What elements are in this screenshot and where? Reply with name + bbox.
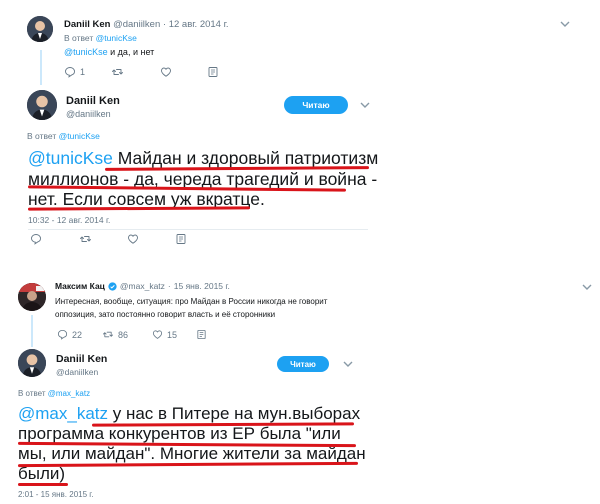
tweet-line-2: оппозиция, зато постоянно говорит власть…	[55, 310, 276, 319]
reply-icon	[57, 329, 68, 340]
reply-context: В ответ @tunicKse	[27, 131, 100, 141]
reply-button[interactable]: 22	[57, 329, 82, 340]
author-name[interactable]: Максим Кац	[55, 281, 105, 291]
reply-label: В ответ	[18, 389, 46, 398]
author-handle[interactable]: @daniilken	[56, 367, 98, 377]
reply-count: 22	[72, 329, 83, 340]
reply-label: В ответ	[64, 33, 94, 43]
avatar[interactable]	[18, 283, 46, 311]
like-icon	[160, 66, 172, 78]
follow-button[interactable]: Читаю	[284, 96, 348, 114]
retweet-icon	[102, 329, 114, 340]
author-handle[interactable]: @daniilken	[66, 109, 111, 119]
reply-button[interactable]	[30, 233, 42, 245]
avatar[interactable]	[18, 349, 46, 377]
thread-line	[40, 50, 42, 85]
follow-button[interactable]: Читаю	[277, 356, 329, 372]
chevron-down-icon[interactable]	[560, 20, 570, 28]
tweet-line-3: мы, или майдан". Многие жители за майдан	[18, 444, 366, 463]
tweet-timestamp[interactable]: 10:32 - 12 авг. 2014 г.	[28, 215, 110, 225]
dm-icon	[175, 233, 187, 245]
like-count: 15	[167, 329, 178, 340]
dm-icon	[196, 329, 207, 340]
retweet-count: 86	[118, 329, 129, 340]
like-icon	[127, 233, 139, 245]
verified-icon	[108, 281, 117, 291]
tweet-line-1: у нас в Питере на мун.выборах	[108, 404, 361, 423]
tweet-date[interactable]: 15 янв. 2015 г.	[174, 281, 230, 291]
author-handle[interactable]: @max_katz	[120, 281, 165, 291]
reply-to-link[interactable]: @tunicKse	[59, 131, 100, 141]
dm-button[interactable]	[196, 329, 207, 340]
author-name[interactable]: Daniil Ken	[66, 95, 120, 107]
reply-count: 1	[80, 67, 86, 77]
highlight-underline	[18, 483, 68, 486]
mention-link[interactable]: @tunicKse	[64, 47, 108, 57]
author-name[interactable]: Daniil Ken	[56, 353, 107, 365]
tweet-date[interactable]: 12 авг. 2014 г.	[169, 19, 229, 30]
reply-icon	[64, 66, 76, 78]
tweet-text: Интересная, вообще, ситуация: про Майдан…	[55, 295, 327, 321]
like-button[interactable]: 15	[152, 329, 177, 340]
tweet-body: и да, и нет	[107, 47, 155, 57]
avatar-photo	[18, 349, 46, 377]
action-divider	[28, 229, 368, 230]
retweet-button[interactable]	[79, 233, 92, 245]
avatar[interactable]	[27, 90, 57, 120]
thread-line	[31, 315, 33, 347]
retweet-icon	[111, 66, 124, 78]
retweet-button[interactable]	[111, 66, 124, 78]
tweet-line-1: Майдан и здоровый патриотизм	[112, 148, 379, 168]
avatar-photo	[27, 90, 57, 120]
retweet-button[interactable]: 86	[102, 329, 128, 340]
tweet-line: @tunicKse Майдан и здоровый патриотизм	[28, 148, 448, 169]
reply-label: В ответ	[27, 131, 57, 141]
tweet-line: @max_katz у нас в Питере на мун.выборах	[18, 404, 438, 424]
dm-icon	[207, 66, 219, 78]
reply-icon	[30, 233, 42, 245]
author-handle[interactable]: @daniilken	[113, 19, 160, 30]
avatar-photo	[18, 283, 46, 311]
chevron-down-icon[interactable]	[360, 101, 370, 109]
reply-context: В ответ @tunicKse	[64, 33, 137, 43]
reply-to-link[interactable]: @tunicKse	[96, 33, 137, 43]
author-name[interactable]: Daniil Ken	[64, 19, 110, 30]
chevron-down-icon[interactable]	[582, 283, 592, 291]
chevron-down-icon[interactable]	[343, 360, 353, 368]
tweet-timestamp[interactable]: 2:01 - 15 янв. 2015 г.	[18, 490, 93, 499]
dm-button[interactable]	[175, 233, 187, 245]
reply-context: В ответ @max_katz	[18, 389, 90, 398]
separator-dot: ·	[162, 19, 167, 30]
dm-button[interactable]	[207, 66, 219, 78]
tweet-line-2: программа конкурентов из ЕР была "или	[18, 424, 341, 443]
avatar[interactable]	[27, 16, 53, 42]
tweet-text: @tunicKse и да, и нет	[64, 47, 154, 57]
highlight-underline	[27, 206, 251, 211]
mention-link[interactable]: @max_katz	[18, 404, 108, 423]
tweet-line-1: Интересная, вообще, ситуация: про Майдан…	[55, 297, 328, 306]
avatar-photo	[27, 16, 53, 42]
tweet-text: @tunicKse Майдан и здоровый патриотизм м…	[28, 148, 448, 210]
tweet-header: Максим Кац @max_katz · 15 янв. 2015 г.	[55, 281, 230, 291]
tweet-header: Daniil Ken @daniilken · 12 авг. 2014 г.	[64, 19, 229, 30]
separator-dot: ·	[167, 281, 171, 291]
mention-link[interactable]: @tunicKse	[28, 148, 113, 168]
like-button[interactable]	[160, 66, 172, 78]
retweet-icon	[79, 233, 92, 245]
reply-to-link[interactable]: @max_katz	[48, 389, 90, 398]
like-icon	[152, 329, 163, 340]
reply-button[interactable]: 1	[64, 66, 85, 78]
like-button[interactable]	[127, 233, 139, 245]
tweet-line-4: были)	[18, 464, 66, 483]
